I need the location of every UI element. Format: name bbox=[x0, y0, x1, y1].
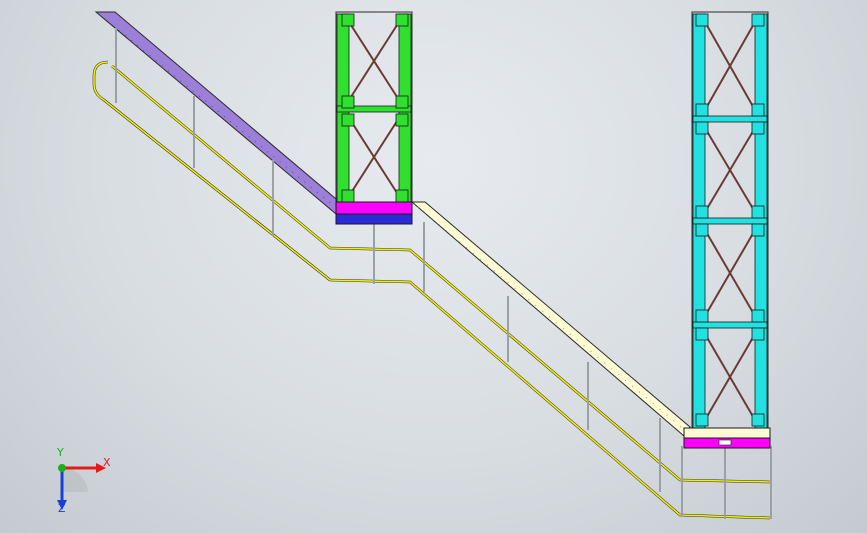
right-tower[interactable] bbox=[691, 11, 769, 429]
handrail-assembly[interactable] bbox=[92, 60, 771, 520]
coordinate-triad: X Y Z bbox=[48, 446, 118, 516]
z-axis-label: Z bbox=[58, 502, 66, 515]
left-stair-stringer[interactable] bbox=[94, 11, 343, 215]
y-axis-label: Y bbox=[57, 446, 64, 459]
handrail-yellow bbox=[93, 61, 771, 519]
lower-landing[interactable] bbox=[683, 427, 771, 449]
left-tower[interactable] bbox=[335, 11, 413, 203]
x-axis-label: X bbox=[103, 456, 111, 469]
cad-viewport[interactable] bbox=[0, 0, 867, 533]
upper-landing[interactable] bbox=[335, 201, 413, 225]
